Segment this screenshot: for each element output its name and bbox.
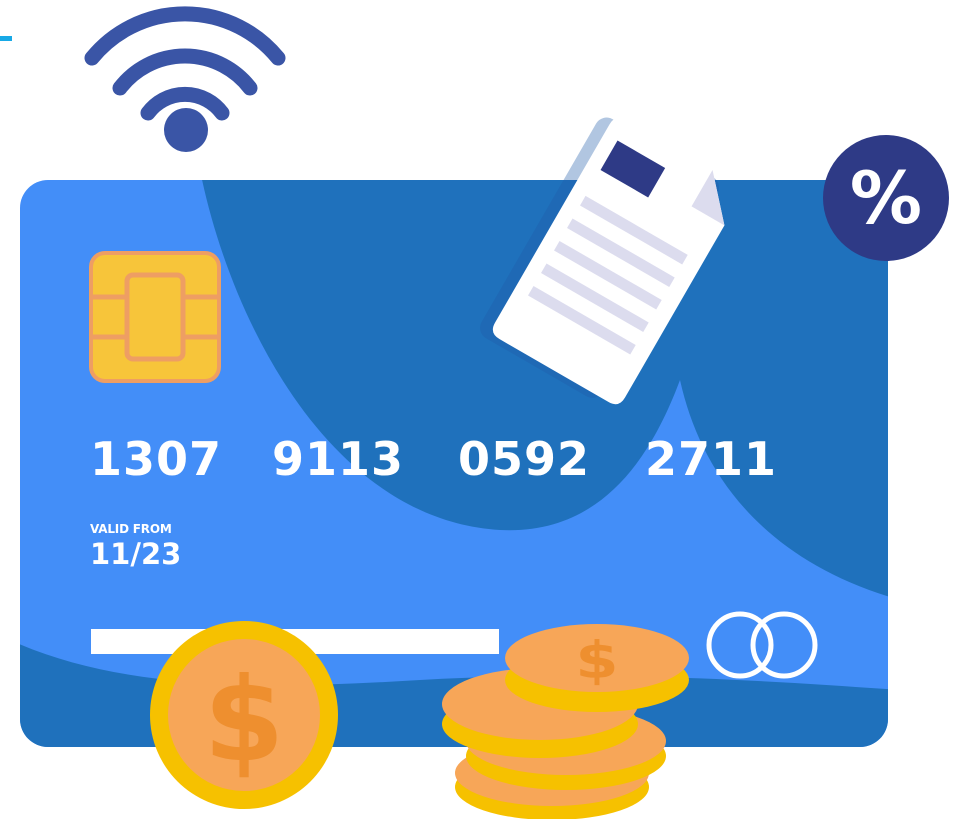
card-number-group-2: 9113 — [272, 432, 405, 486]
credit-card-illustration: % $ $ — [0, 6, 949, 819]
dollar-icon: $ — [575, 631, 618, 690]
percent-badge-icon: % — [823, 135, 949, 261]
chip-icon — [89, 251, 221, 383]
dollar-icon: $ — [204, 653, 285, 788]
card-number-group-1: 1307 — [90, 432, 223, 486]
valid-from-date: 11/23 — [90, 537, 182, 571]
accent-dash — [0, 36, 12, 41]
wifi-icon — [84, 6, 286, 152]
coin-icon: $ — [150, 621, 338, 809]
percent-symbol: % — [850, 156, 922, 240]
card-number-group-3: 0592 — [458, 432, 591, 486]
valid-from-label: VALID FROM — [90, 522, 172, 536]
card-number-group-4: 2711 — [645, 432, 778, 486]
